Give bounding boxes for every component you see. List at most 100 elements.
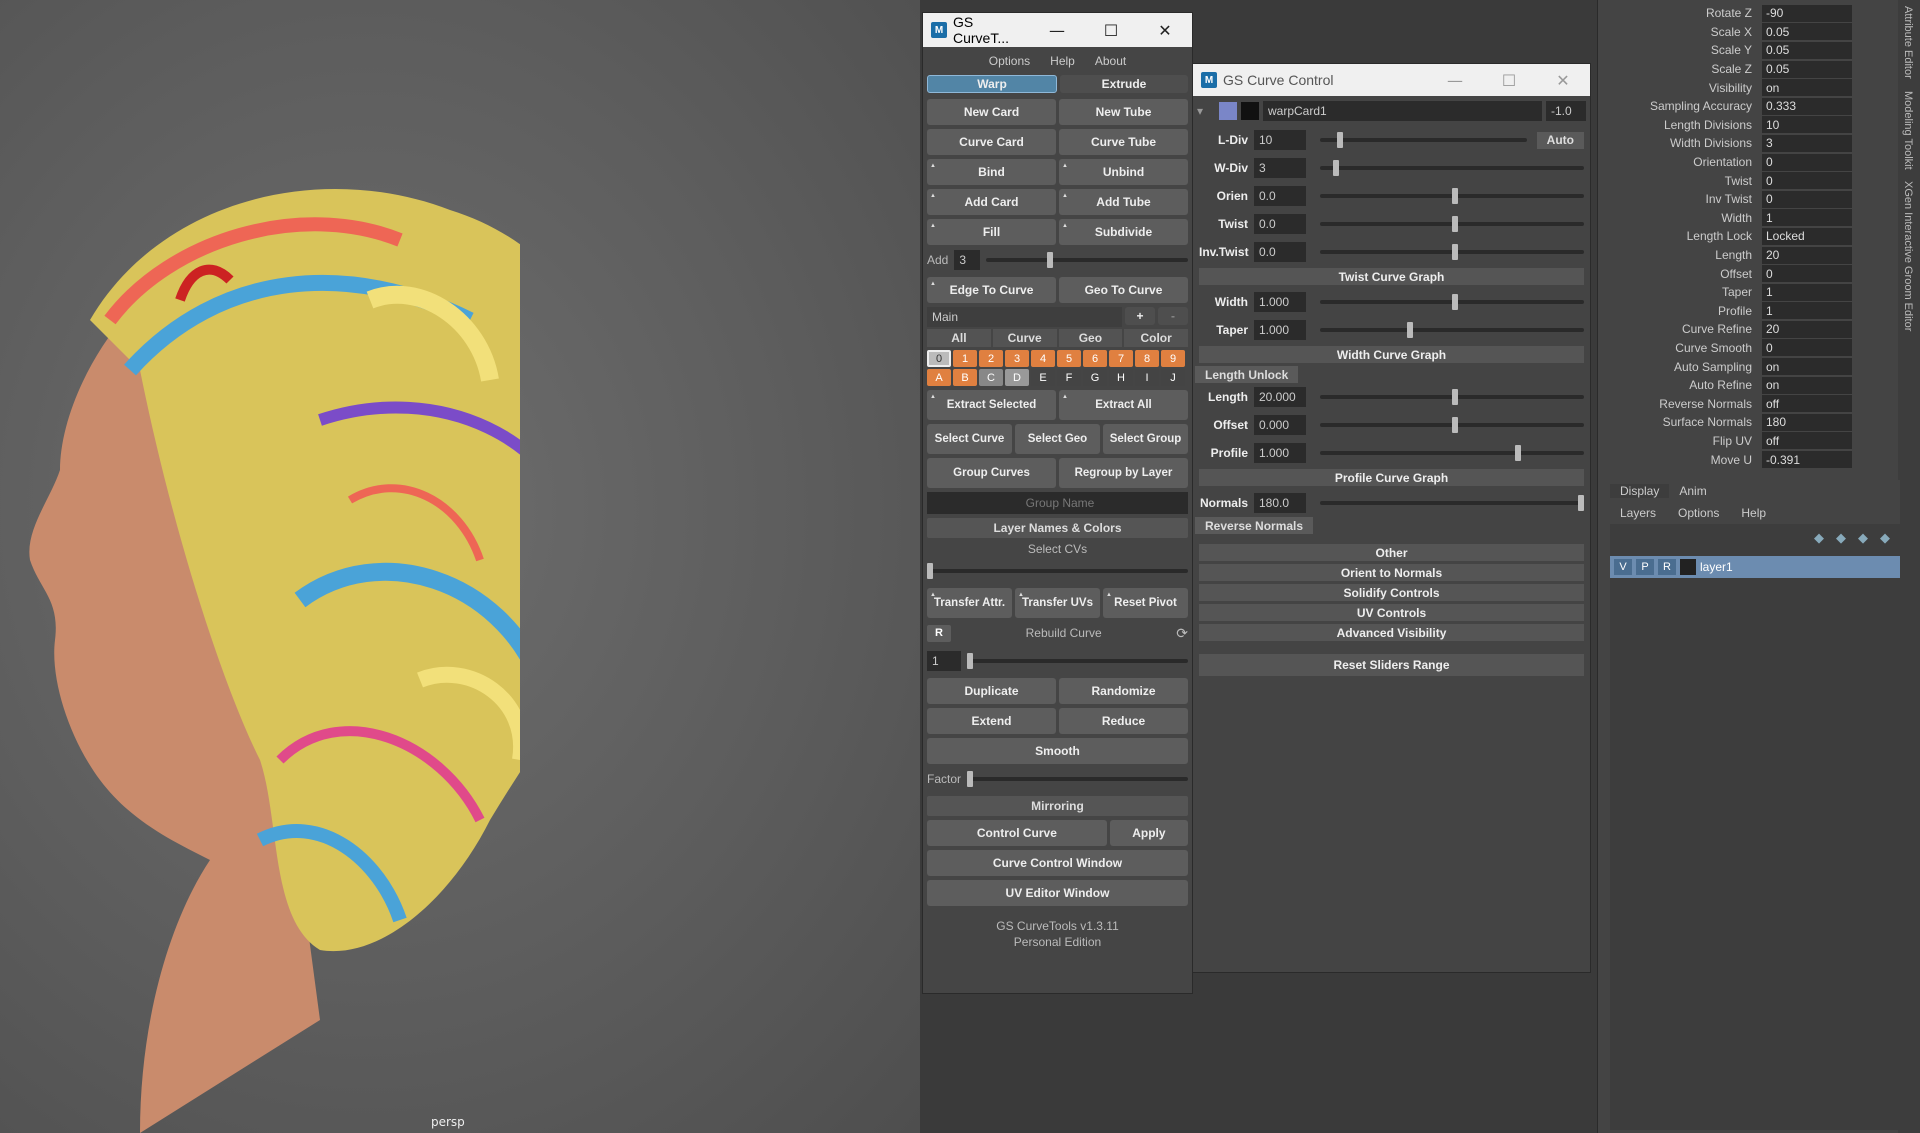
offset-slider-handle[interactable] — [1452, 417, 1458, 433]
layer-visibility-toggle[interactable]: V — [1614, 559, 1632, 575]
inv-twist-slider[interactable] — [1320, 244, 1584, 260]
warp-button[interactable]: Warp — [927, 75, 1057, 93]
length-value-field[interactable]: 20.000 — [1254, 387, 1306, 407]
extract-all-button[interactable]: Extract All — [1059, 390, 1188, 420]
select-geo-button[interactable]: Select Geo — [1015, 424, 1100, 454]
regroup-by-layer-button[interactable]: Regroup by Layer — [1059, 458, 1188, 488]
attr-value-taper[interactable]: 1 — [1762, 283, 1852, 301]
attr-value-scale-x[interactable]: 0.05 — [1762, 23, 1852, 41]
side-tab-xgen-groom-editor[interactable]: XGen Interactive Groom Editor — [1898, 175, 1918, 337]
filter-color[interactable]: Color — [1124, 329, 1188, 347]
attr-value-profile[interactable]: 1 — [1762, 302, 1852, 320]
unbind-button[interactable]: Unbind — [1059, 159, 1188, 185]
close-icon[interactable]: ✕ — [1536, 63, 1590, 97]
extract-selected-button[interactable]: Extract Selected — [927, 390, 1056, 420]
section-uv-controls[interactable]: UV Controls — [1199, 604, 1584, 621]
attr-value-inv-twist[interactable]: 0 — [1762, 190, 1852, 208]
attr-value-move-u[interactable]: -0.391 — [1762, 451, 1852, 469]
fill-button[interactable]: Fill — [927, 219, 1056, 245]
edge-to-curve-button[interactable]: Edge To Curve — [927, 277, 1056, 303]
randomize-button[interactable]: Randomize — [1059, 678, 1188, 704]
attr-value-flip-uv[interactable]: off — [1762, 432, 1852, 450]
reset-sliders-range-button[interactable]: Reset Sliders Range — [1199, 654, 1584, 676]
profile-slider[interactable] — [1320, 445, 1584, 461]
attr-value-length[interactable]: 20 — [1762, 246, 1852, 264]
smooth-button[interactable]: Smooth — [927, 738, 1188, 764]
refresh-icon[interactable]: ⟳ — [1176, 625, 1188, 642]
layer-button-b[interactable]: B — [953, 369, 977, 386]
side-tab-modeling-toolkit[interactable]: Modeling Toolkit — [1898, 85, 1918, 176]
select-cvs-handle[interactable] — [927, 563, 933, 579]
layer-names-colors-button[interactable]: Layer Names & Colors — [927, 518, 1188, 538]
new-layer-selected-icon[interactable]: ◆ — [1880, 530, 1890, 546]
layer-button-2[interactable]: 2 — [979, 350, 1003, 367]
curve-control-window-button[interactable]: Curve Control Window — [927, 850, 1188, 876]
attr-value-width[interactable]: 1 — [1762, 209, 1852, 227]
reduce-button[interactable]: Reduce — [1059, 708, 1188, 734]
layer-button-4[interactable]: 4 — [1031, 350, 1055, 367]
profile-curve-graph-button[interactable]: Profile Curve Graph — [1199, 469, 1584, 486]
layer-button-c[interactable]: C — [979, 369, 1003, 386]
offset-slider[interactable] — [1320, 417, 1584, 433]
l-div-value-field[interactable]: 10 — [1254, 130, 1306, 150]
attr-value-auto-sampling[interactable]: on — [1762, 358, 1852, 376]
layer-collection-select[interactable]: Main — [927, 307, 1122, 327]
tab-anim[interactable]: Anim — [1669, 484, 1716, 498]
w-div-value-field[interactable]: 3 — [1254, 158, 1306, 178]
layer-button-a[interactable]: A — [927, 369, 951, 386]
normals-value-field[interactable]: 180.0 — [1254, 493, 1306, 513]
attr-value-curve-refine[interactable]: 20 — [1762, 320, 1852, 338]
group-name-input[interactable]: Group Name — [927, 492, 1188, 514]
bind-button[interactable]: Bind — [927, 159, 1056, 185]
layer-button-i[interactable]: I — [1135, 369, 1159, 386]
layer-button-j[interactable]: J — [1161, 369, 1185, 386]
layer-button-1[interactable]: 1 — [953, 350, 977, 367]
chevron-down-icon[interactable]: ▾ — [1197, 104, 1215, 118]
add-card-button[interactable]: Add Card — [927, 189, 1056, 215]
orien-slider-handle[interactable] — [1452, 188, 1458, 204]
inv-twist-slider-handle[interactable] — [1452, 244, 1458, 260]
attr-value-length-lock[interactable]: Locked — [1762, 227, 1852, 245]
transfer-uvs-button[interactable]: Transfer UVs — [1015, 588, 1100, 618]
layer-button-d[interactable]: D — [1005, 369, 1029, 386]
layer-button-6[interactable]: 6 — [1083, 350, 1107, 367]
control-titlebar[interactable]: M GS Curve Control — ☐ ✕ — [1193, 64, 1590, 96]
reverse-normals-button[interactable]: Reverse Normals — [1195, 517, 1314, 534]
subdivide-button[interactable]: Subdivide — [1059, 219, 1188, 245]
normals-slider-handle[interactable] — [1578, 495, 1584, 511]
attr-value-sampling-accuracy[interactable]: 0.333 — [1762, 97, 1852, 115]
attr-value-visibility[interactable]: on — [1762, 79, 1852, 97]
twist-value-field[interactable]: 0.0 — [1254, 214, 1306, 234]
layer-row[interactable]: V P R layer1 — [1610, 556, 1900, 578]
section-orient-to-normals[interactable]: Orient to Normals — [1199, 564, 1584, 581]
rebuild-slider[interactable] — [967, 653, 1188, 669]
layer-button-7[interactable]: 7 — [1109, 350, 1133, 367]
select-cvs-slider[interactable] — [927, 563, 1188, 579]
add-slider-handle[interactable] — [1046, 252, 1053, 268]
menu-help[interactable]: Help — [1741, 506, 1766, 520]
add-value-field[interactable]: 3 — [954, 250, 981, 270]
curvetools-titlebar[interactable]: M GS CurveT... — ☐ ✕ — [923, 13, 1192, 47]
remove-collection-button[interactable]: - — [1158, 307, 1188, 325]
curve-card-button[interactable]: Curve Card — [927, 129, 1056, 155]
control-curve-button[interactable]: Control Curve — [927, 820, 1107, 846]
layer-button-8[interactable]: 8 — [1135, 350, 1159, 367]
l-div-slider-handle[interactable] — [1336, 132, 1343, 148]
layer-name[interactable]: layer1 — [1700, 560, 1733, 574]
top-value-field[interactable]: -1.0 — [1546, 101, 1586, 121]
extrude-button[interactable]: Extrude — [1060, 75, 1188, 93]
length-slider[interactable] — [1320, 389, 1584, 405]
length-slider-handle[interactable] — [1452, 389, 1458, 405]
layer-color-swatch[interactable] — [1680, 559, 1696, 575]
new-card-button[interactable]: New Card — [927, 99, 1056, 125]
taper-value-field[interactable]: 1.000 — [1254, 320, 1306, 340]
menu-layers[interactable]: Layers — [1620, 506, 1656, 520]
attr-value-scale-y[interactable]: 0.05 — [1762, 41, 1852, 59]
l-div-slider[interactable] — [1320, 132, 1527, 148]
profile-slider-handle[interactable] — [1515, 445, 1522, 461]
color-swatch-main[interactable] — [1219, 102, 1237, 120]
layer-button-h[interactable]: H — [1109, 369, 1133, 386]
layer-button-e[interactable]: E — [1031, 369, 1055, 386]
extend-button[interactable]: Extend — [927, 708, 1056, 734]
new-empty-layer-icon[interactable]: ◆ — [1858, 530, 1868, 546]
